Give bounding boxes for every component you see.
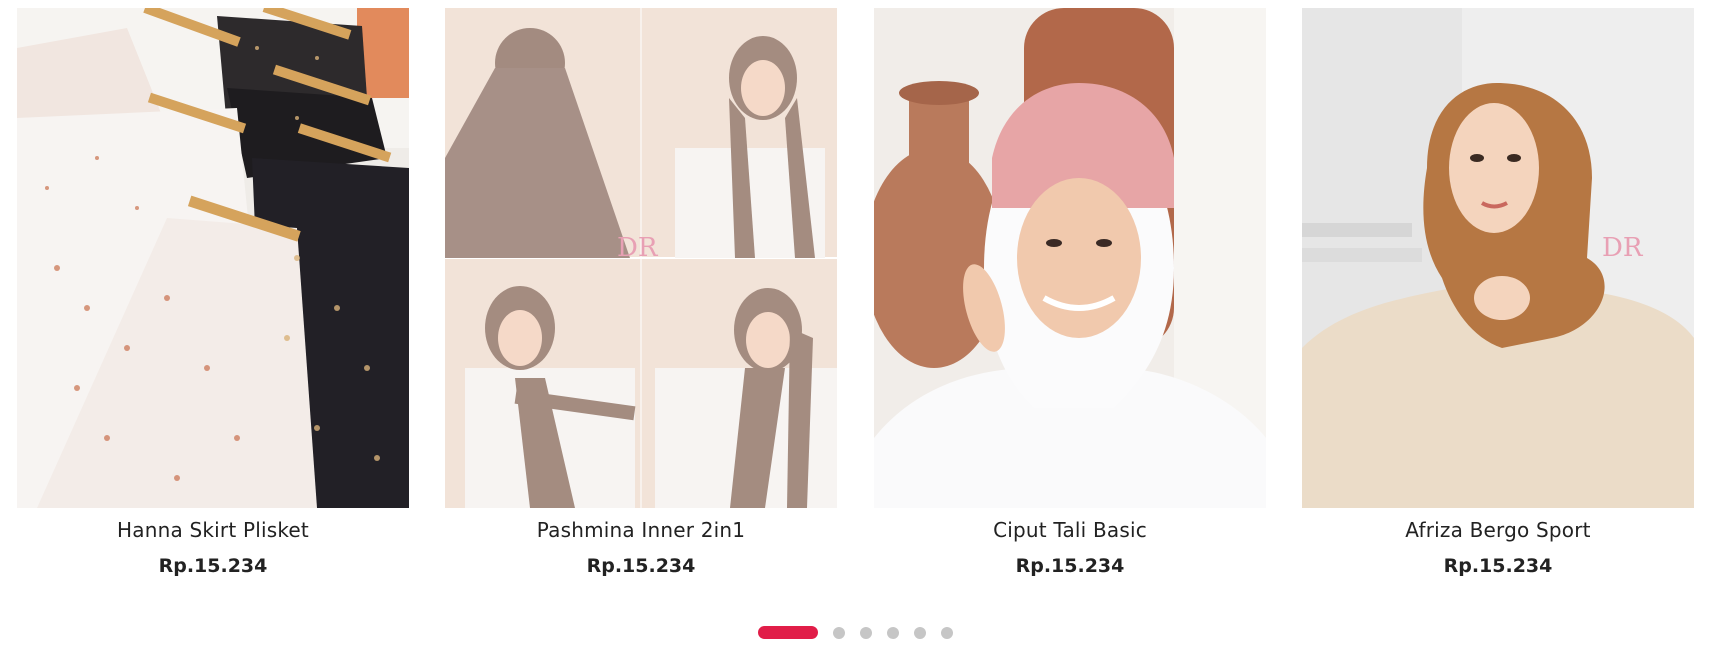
carousel-pagination xyxy=(0,626,1710,639)
pagination-dot-active[interactable] xyxy=(757,626,818,639)
pagination-dot[interactable] xyxy=(940,626,953,639)
product-name[interactable]: Hanna Skirt Plisket xyxy=(17,518,409,542)
pagination-dot[interactable] xyxy=(832,626,845,639)
product-carousel: Hanna Skirt Plisket Rp.15.234 DR Pashmin… xyxy=(0,0,1710,653)
pagination-dot[interactable] xyxy=(859,626,872,639)
product-name[interactable]: Ciput Tali Basic xyxy=(874,518,1266,542)
product-name[interactable]: Afriza Bergo Sport xyxy=(1302,518,1694,542)
product-image[interactable]: DR xyxy=(1302,8,1694,508)
watermark-logo-icon: DR xyxy=(1602,233,1644,263)
pagination-dot[interactable] xyxy=(886,626,899,639)
product-card[interactable]: Ciput Tali Basic Rp.15.234 xyxy=(874,8,1266,578)
product-price: Rp.15.234 xyxy=(1443,555,1553,577)
product-card[interactable]: Hanna Skirt Plisket Rp.15.234 xyxy=(17,8,409,578)
pagination-dot[interactable] xyxy=(913,626,926,639)
watermark-logo-icon: DR xyxy=(617,233,659,263)
product-card[interactable]: DR Afriza Bergo Sport Rp.15.234 xyxy=(1302,8,1694,578)
product-card[interactable]: DR Pashmina Inner 2in1 Rp.15.234 xyxy=(445,8,837,578)
product-price: Rp.15.234 xyxy=(158,555,268,577)
product-name[interactable]: Pashmina Inner 2in1 xyxy=(445,518,837,542)
product-image[interactable] xyxy=(874,8,1266,508)
product-price: Rp.15.234 xyxy=(1015,555,1125,577)
product-image[interactable]: DR xyxy=(445,8,837,508)
product-image[interactable] xyxy=(17,8,409,508)
product-price: Rp.15.234 xyxy=(586,555,696,577)
